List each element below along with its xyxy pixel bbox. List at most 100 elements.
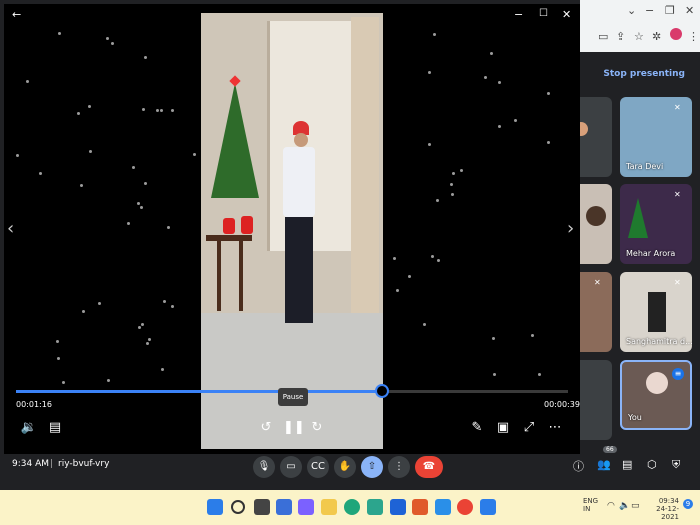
mic-off-icon: ✕ — [674, 190, 681, 199]
activities-icon[interactable]: ⬡ — [647, 458, 657, 471]
participant-name: Sanghamitra d... — [626, 337, 692, 346]
snowflake — [428, 142, 432, 146]
task-view-icon[interactable] — [254, 499, 270, 515]
snowflake — [141, 107, 145, 111]
elapsed-time: 00:01:16 — [16, 400, 52, 409]
snowflake — [110, 42, 114, 46]
captions-button[interactable]: CC — [307, 456, 329, 478]
forward-30-icon[interactable]: ↻ — [308, 420, 326, 436]
close-icon[interactable]: ✕ — [685, 4, 694, 17]
snowflake — [171, 305, 175, 309]
edge-icon[interactable] — [344, 499, 360, 515]
snowflake — [147, 338, 151, 342]
snowflake — [161, 368, 165, 372]
present-button[interactable]: ⇧ — [361, 456, 383, 478]
snowflake — [144, 56, 148, 60]
snowflake — [407, 275, 411, 279]
language-indicator[interactable]: ENG IN — [583, 497, 598, 513]
captions-icon[interactable]: ▤ — [46, 420, 64, 436]
chat-app-icon[interactable] — [298, 499, 314, 515]
snowflake — [137, 325, 141, 329]
snowflake — [62, 380, 66, 384]
edit-pencil-icon[interactable]: ✎ — [468, 420, 486, 436]
participant-tile[interactable]: ✕ Tara Devi — [620, 97, 692, 177]
mic-off-icon: ✕ — [674, 278, 681, 287]
camera-icon[interactable]: ▭ — [598, 30, 608, 43]
speaking-indicator-icon: ≡ — [672, 368, 684, 380]
maximize-icon[interactable]: ☐ — [539, 8, 548, 19]
snowflake — [106, 37, 110, 41]
battery-icon[interactable]: ▭ — [631, 501, 640, 511]
participant-tile-self[interactable]: ≡ You — [620, 360, 692, 430]
meeting-time: 9:34 AM — [12, 459, 49, 469]
snowflake — [432, 32, 436, 36]
seek-bar-progress — [16, 390, 380, 393]
participant-tile[interactable]: ✕ Mehar Arora — [620, 184, 692, 264]
meeting-details-icon[interactable]: ⓘ — [573, 458, 584, 474]
snowflake — [145, 342, 149, 346]
snowflake — [98, 302, 101, 306]
notification-badge[interactable]: 9 — [683, 499, 693, 509]
microphone-button[interactable]: 🎙 — [253, 456, 275, 478]
stop-presenting-button[interactable]: Stop presenting — [585, 62, 695, 86]
close-icon[interactable]: ✕ — [562, 8, 571, 21]
mic-off-icon: ✕ — [594, 278, 601, 287]
snowflake — [132, 165, 136, 169]
people-icon[interactable]: 👥 — [597, 458, 611, 471]
app-l-icon[interactable] — [367, 499, 383, 515]
next-chevron-icon[interactable]: › — [567, 218, 574, 239]
pause-icon[interactable]: ❚❚ — [283, 420, 305, 436]
media-player-icon[interactable] — [480, 499, 496, 515]
start-icon[interactable] — [207, 499, 223, 515]
office-icon[interactable] — [412, 499, 428, 515]
snowflake — [25, 79, 29, 83]
wifi-icon[interactable]: ◠ — [607, 501, 615, 511]
snowflake — [393, 256, 397, 260]
bookmark-star-icon[interactable]: ☆ — [634, 30, 644, 43]
chevron-down-icon[interactable]: ⌄ — [627, 4, 636, 17]
camera-button[interactable]: ▭ — [280, 456, 302, 478]
snowflake — [15, 153, 19, 157]
snowflake — [436, 259, 440, 263]
widgets-icon[interactable] — [276, 499, 292, 515]
profile-avatar[interactable] — [670, 28, 682, 40]
chrome-icon[interactable] — [457, 499, 473, 515]
more-options-icon[interactable]: ⋮ — [688, 30, 699, 43]
share-icon[interactable]: ⇪ — [616, 30, 625, 43]
snowflake — [490, 51, 494, 55]
mail-icon[interactable] — [435, 499, 451, 515]
extensions-icon[interactable]: ✲ — [652, 30, 661, 43]
rewind-10-icon[interactable]: ↺ — [257, 420, 275, 436]
minimize-icon[interactable]: − — [645, 4, 654, 17]
outlook-icon[interactable] — [390, 499, 406, 515]
snowflake — [452, 171, 456, 175]
chat-icon[interactable]: ▤ — [622, 458, 632, 471]
search-icon[interactable] — [231, 500, 245, 514]
raise-hand-button[interactable]: ✋ — [334, 456, 356, 478]
snowflake — [166, 225, 170, 229]
snowflake — [171, 108, 175, 112]
volume-icon[interactable]: 🔉 — [20, 420, 38, 436]
snowflake — [140, 206, 144, 210]
minimize-icon[interactable]: − — [514, 8, 523, 21]
snowflake — [79, 183, 83, 187]
snowflake — [155, 108, 159, 112]
participant-tile[interactable]: ✕ Sanghamitra d... — [620, 272, 692, 352]
fullscreen-icon[interactable]: ⤢ — [520, 420, 538, 436]
snowflake — [498, 125, 502, 129]
browser-toolbar: ⌄ − ❐ ✕ ▭ ⇪ ☆ ✲ ⋮ — [580, 0, 700, 52]
more-options-button[interactable]: ⋮ — [388, 456, 410, 478]
seek-handle[interactable] — [375, 384, 389, 398]
back-arrow-icon[interactable]: ← — [12, 8, 21, 21]
more-options-icon[interactable]: ⋯ — [546, 420, 564, 436]
speaker-icon[interactable]: 🔈 — [619, 501, 630, 511]
previous-chevron-icon[interactable]: ‹ — [7, 218, 14, 239]
snowflake — [498, 80, 502, 84]
clock[interactable]: 09:34 24-12-2021 — [643, 497, 679, 521]
restore-icon[interactable]: ❐ — [665, 4, 675, 17]
picture-in-picture-icon[interactable]: ▣ — [494, 420, 512, 436]
host-controls-icon[interactable]: ⛨ — [672, 458, 680, 472]
file-explorer-icon[interactable] — [321, 499, 337, 515]
snowflake — [531, 333, 535, 337]
leave-call-button[interactable]: ☎ — [415, 456, 443, 478]
